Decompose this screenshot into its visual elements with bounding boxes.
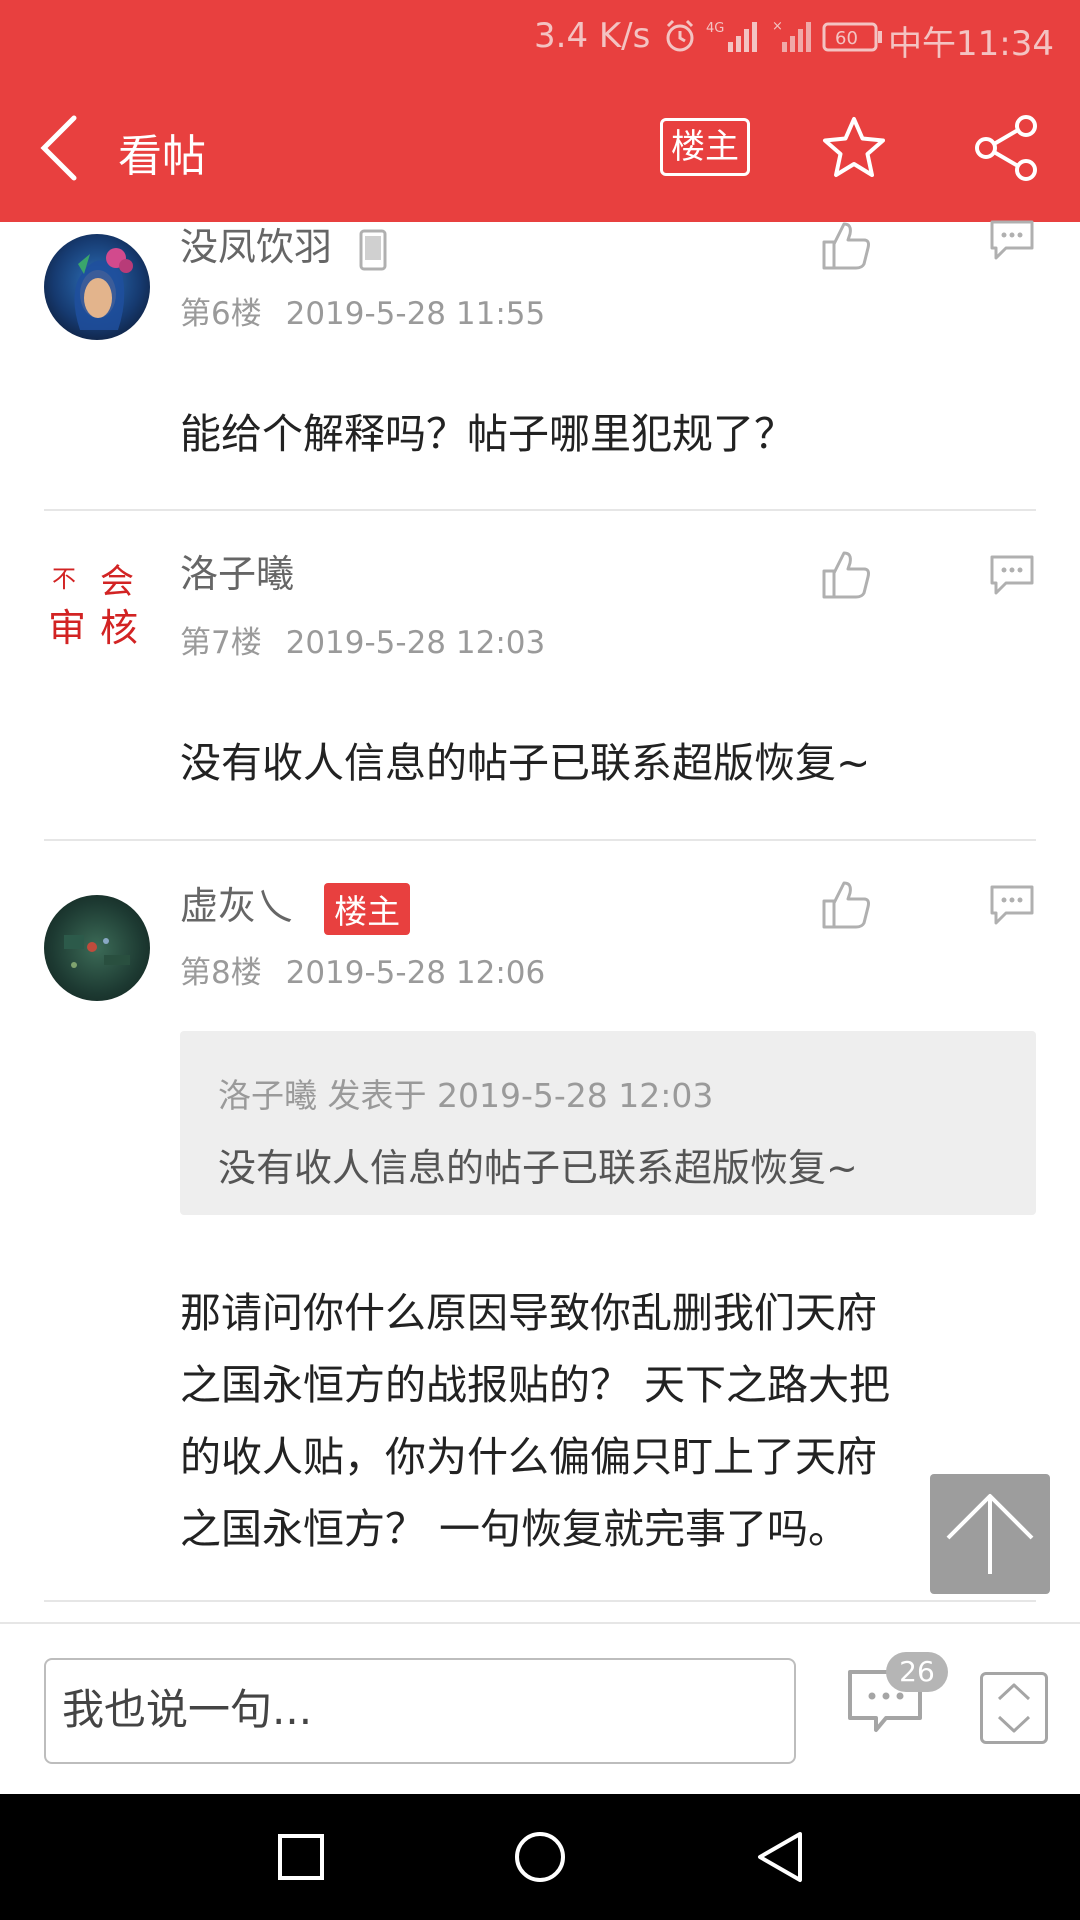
floor-number: 第6楼 <box>180 296 262 332</box>
svg-text:核: 核 <box>100 606 138 650</box>
quote-text: 没有收人信息的帖子已联系超版恢复~ <box>218 1146 858 1190</box>
svg-text:4G: 4G <box>706 21 724 36</box>
reply-comment-icon[interactable] <box>988 553 1036 597</box>
battery-level: 60 <box>835 28 858 49</box>
avatar[interactable]: 不 会 审 核 <box>44 551 150 657</box>
scroll-to-top-button[interactable] <box>930 1474 1050 1594</box>
divider <box>44 1600 1036 1602</box>
post-content: 那请问你什么原因导致你乱删我们天府 之国永恒方的战报贴的？ 天下之路大把 的收人… <box>180 1277 1040 1565</box>
content-line: 之国永恒方？ 一句恢复就完事了吗。 <box>180 1505 850 1553</box>
op-badge: 楼主 <box>324 882 411 935</box>
reply-comment-icon[interactable] <box>988 883 1036 927</box>
quoted-reply[interactable]: 洛子曦 发表于 2019-5-28 12:03 没有收人信息的帖子已联系超版恢复… <box>180 1031 1036 1215</box>
like-thumb-icon[interactable] <box>820 549 872 601</box>
recent-apps-icon[interactable] <box>270 1826 332 1888</box>
svg-text:审: 审 <box>48 606 86 650</box>
post-username[interactable]: 虚灰乀 楼主 <box>180 875 411 935</box>
header: 看帖 楼主 <box>0 74 1080 222</box>
post-date: 2019-5-28 11:55 <box>285 296 546 332</box>
floor-number: 第7楼 <box>180 625 262 661</box>
chevron-up-down-icon <box>997 1683 1031 1733</box>
content-line: 那请问你什么原因导致你乱删我们天府 <box>180 1289 877 1337</box>
post-floor-8: 虚灰乀 楼主 第8楼 2019-5-28 12:06 洛子曦 发表于 2019-… <box>0 841 1080 1601</box>
like-thumb-icon[interactable] <box>820 879 872 931</box>
alarm-icon <box>666 19 694 52</box>
comment-count-badge: 26 <box>886 1652 948 1692</box>
signal-none-icon: × <box>772 19 811 52</box>
back-triangle-icon[interactable] <box>748 1826 810 1888</box>
page-title: 看帖 <box>118 131 206 182</box>
svg-text:×: × <box>772 19 783 34</box>
home-circle-icon[interactable] <box>509 1826 571 1888</box>
post-content: 没有收人信息的帖子已联系超版恢复~ <box>180 739 871 787</box>
system-nav-bar <box>0 1794 1080 1920</box>
comment-input[interactable]: 我也说一句... <box>44 1658 796 1764</box>
network-speed: 3.4 K/s <box>534 16 651 56</box>
screen: 3.4 K/s 4G × 60 中午11:34 看帖 楼主 没凤饮羽 第6楼 2… <box>0 0 1080 1920</box>
post-meta: 第7楼 2019-5-28 12:03 <box>180 617 545 662</box>
top-bar: 3.4 K/s 4G × 60 中午11:34 看帖 楼主 <box>0 0 1080 222</box>
post-username[interactable]: 洛子曦 <box>180 543 294 598</box>
avatar-image <box>64 935 130 968</box>
content-line: 之国永恒方的战报贴的？ 天下之路大把 <box>180 1361 891 1409</box>
content-line: 的收人贴，你为什么偏偏只盯上了天府 <box>180 1433 877 1481</box>
post-username[interactable]: 没凤饮羽 <box>180 216 388 271</box>
post-date: 2019-5-28 12:03 <box>285 625 546 661</box>
svg-text:不: 不 <box>52 565 76 593</box>
post-meta: 第8楼 2019-5-28 12:06 <box>180 947 545 992</box>
quote-meta: 洛子曦 发表于 2019-5-28 12:03 <box>218 1076 714 1115</box>
avatar[interactable] <box>44 895 150 1001</box>
post-floor-6: 没凤饮羽 第6楼 2019-5-28 11:55 能给个解释吗？帖子哪里犯规了？ <box>0 220 1080 510</box>
avatar-image <box>74 248 133 330</box>
svg-text:会: 会 <box>100 562 134 602</box>
favorite-star-icon[interactable] <box>820 114 888 182</box>
post-meta: 第6楼 2019-5-28 11:55 <box>180 288 545 333</box>
avatar[interactable] <box>44 234 150 340</box>
signal-4g-icon: 4G <box>706 21 757 52</box>
share-icon[interactable] <box>972 114 1040 182</box>
comment-bar: 我也说一句... 26 <box>0 1622 1080 1794</box>
arrow-up-icon <box>946 1494 1034 1574</box>
only-op-button[interactable]: 楼主 <box>660 118 750 176</box>
clock: 中午11:34 <box>888 24 1054 64</box>
post-date: 2019-5-28 12:06 <box>285 955 546 991</box>
floor-number: 第8楼 <box>180 955 262 991</box>
post-floor-7: 不 会 审 核 洛子曦 第7楼 2019-5-28 12:03 没有收人信息的帖… <box>0 511 1080 841</box>
jump-floor-button[interactable] <box>980 1672 1048 1744</box>
mobile-device-icon <box>359 229 387 270</box>
avatar-image: 不 会 审 核 <box>48 562 138 650</box>
like-thumb-icon[interactable] <box>820 220 872 272</box>
status-bar: 3.4 K/s 4G × 60 中午11:34 <box>0 0 1080 74</box>
reply-comment-icon[interactable] <box>988 218 1036 262</box>
post-content: 能给个解释吗？帖子哪里犯规了？ <box>180 410 795 458</box>
back-button[interactable] <box>34 112 84 184</box>
battery-icon: 60 <box>822 22 882 52</box>
